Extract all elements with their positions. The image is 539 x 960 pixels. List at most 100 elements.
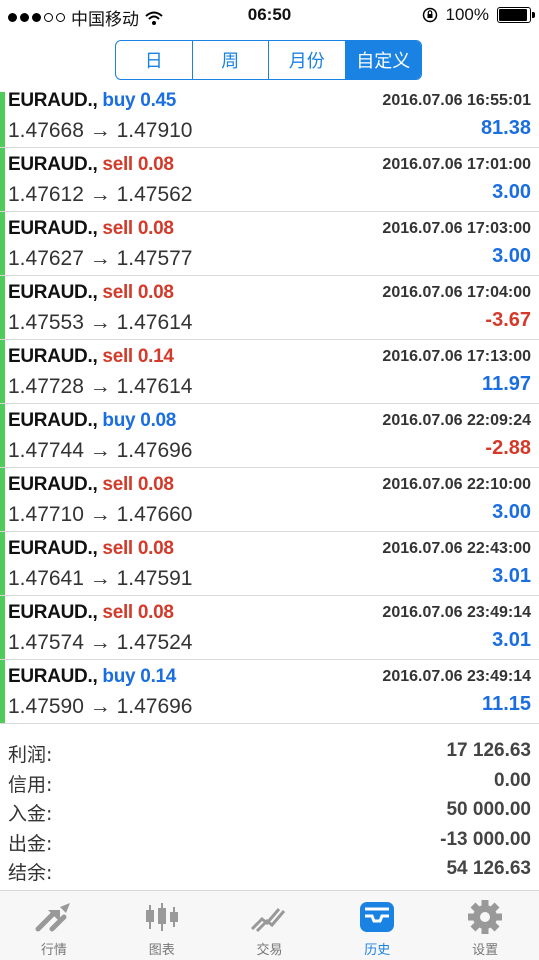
deal-prices: 1.47744 → 1.47696: [8, 439, 193, 462]
summary-row: 利润: 17 126.63: [0, 737, 539, 767]
tab-quotes-label: 行情: [40, 943, 67, 958]
deal-prices: 1.47612 → 1.47562: [8, 183, 193, 206]
tab-trade[interactable]: 交易: [216, 891, 324, 960]
deal-volume: 0.08: [137, 218, 174, 239]
deal-symbol: EURAUD.,: [8, 666, 98, 687]
summary-row: 结余: 54 126.63: [0, 855, 539, 885]
trade-chart-icon: [251, 908, 286, 933]
deal-symbol: EURAUD.,: [8, 538, 98, 559]
period-segmented-control: 日 周 月份 自定义: [115, 40, 422, 80]
summary-value: 54 126.63: [446, 858, 531, 879]
deal-profit: 3.01: [492, 565, 531, 587]
deal-side: sell: [102, 602, 133, 623]
deal-symbol: EURAUD.,: [8, 282, 98, 303]
deal-time: 2016.07.06 22:09:24: [382, 412, 531, 429]
deal-time: 2016.07.06 16:55:01: [382, 92, 531, 109]
deal-prices: 1.47668 → 1.47910: [8, 119, 193, 142]
deal-prices: 1.47728 → 1.47614: [8, 375, 193, 398]
deal-row[interactable]: EURAUD., sell 0.14 2016.07.06 17:13:00 1.4…: [0, 340, 539, 404]
deal-side: sell: [102, 282, 133, 303]
deal-profit: 3.00: [492, 181, 531, 203]
tab-charts[interactable]: 图表: [108, 891, 216, 960]
deal-profit: 81.38: [480, 117, 531, 139]
deal-profit: -2.88: [485, 437, 531, 459]
tab-month[interactable]: 月份: [269, 41, 346, 79]
deal-row[interactable]: EURAUD., sell 0.08 2016.07.06 23:49:14 1.4…: [0, 596, 539, 660]
deal-symbol-line: EURAUD., sell 0.08: [8, 538, 174, 560]
deal-side: buy: [102, 90, 136, 111]
summary-row: 出金: -13 000.00: [0, 826, 539, 856]
deal-symbol: EURAUD.,: [8, 218, 98, 239]
deal-time: 2016.07.06 23:49:14: [382, 604, 531, 621]
tab-charts-label: 图表: [148, 943, 175, 958]
deal-symbol-line: EURAUD., sell 0.14: [8, 346, 174, 368]
deal-volume: 0.14: [137, 346, 174, 367]
tab-week[interactable]: 周: [193, 41, 269, 79]
deal-symbol: EURAUD.,: [8, 602, 98, 623]
deal-symbol: EURAUD.,: [8, 154, 98, 175]
battery-icon: [497, 7, 535, 23]
summary-label: 出金:: [8, 832, 53, 855]
deal-row[interactable]: EURAUD., sell 0.08 2016.07.06 17:04:00 1.4…: [0, 276, 539, 340]
summary-label: 信用:: [8, 773, 53, 796]
deal-row[interactable]: EURAUD., buy 0.08 2016.07.06 22:09:24 1.47…: [0, 404, 539, 468]
deal-symbol-line: EURAUD., buy 0.45: [8, 90, 176, 112]
deal-profit: 3.00: [492, 501, 531, 523]
history-tray-icon: [360, 902, 395, 932]
deal-symbol-line: EURAUD., buy 0.14: [8, 666, 176, 688]
summary-value: 50 000.00: [446, 799, 531, 820]
deal-side: buy: [102, 666, 136, 687]
deal-side: sell: [102, 346, 133, 367]
deal-prices: 1.47627 → 1.47577: [8, 247, 193, 270]
tab-custom[interactable]: 自定义: [345, 41, 421, 79]
summary-label: 结余:: [8, 862, 53, 884]
tab-settings[interactable]: 设置: [431, 891, 539, 960]
deal-row[interactable]: EURAUD., sell 0.08 2016.07.06 17:01:00 1.4…: [0, 148, 539, 212]
period-selector-bar: 日 周 月份 自定义: [0, 30, 539, 92]
deal-profit: 11.97: [482, 373, 531, 395]
gear-icon: [468, 900, 503, 934]
deal-prices: 1.47574 → 1.47524: [8, 631, 193, 654]
deal-prices: 1.47590 → 1.47696: [8, 695, 193, 718]
deal-profit: -3.67: [485, 309, 531, 331]
deal-row[interactable]: EURAUD., sell 0.08 2016.07.06 22:10:00 1.4…: [0, 468, 539, 532]
deal-time: 2016.07.06 22:10:00: [382, 476, 531, 493]
tab-history[interactable]: 历史: [323, 891, 431, 960]
tab-day[interactable]: 日: [116, 41, 193, 79]
account-summary: 利润: 17 126.63 信用: 0.00 入金: 50 000.00 出金: -13 00…: [0, 737, 539, 885]
summary-row: 入金: 50 000.00: [0, 796, 539, 826]
deal-profit: 3.00: [492, 245, 531, 267]
deal-symbol: EURAUD.,: [8, 474, 98, 495]
deal-row[interactable]: EURAUD., sell 0.08 2016.07.06 17:03:00 1.4…: [0, 212, 539, 276]
summary-row: 信用: 0.00: [0, 767, 539, 797]
deal-time: 2016.07.06 23:49:14: [382, 668, 531, 685]
deal-side: sell: [102, 154, 133, 175]
deal-prices: 1.47710 → 1.47660: [8, 503, 193, 526]
summary-label: 利润:: [8, 744, 53, 766]
deal-row[interactable]: EURAUD., sell 0.08 2016.07.06 22:43:00 1.4…: [0, 532, 539, 596]
deal-side: sell: [102, 474, 133, 495]
summary-value: -13 000.00: [440, 828, 531, 850]
battery-percent: 100%: [445, 5, 489, 24]
deal-history-list: EURAUD., buy 0.45 2016.07.06 16:55:01 1.47…: [0, 90, 539, 724]
summary-value: 17 126.63: [446, 740, 531, 761]
deal-row[interactable]: EURAUD., buy 0.14 2016.07.06 23:49:14 1.47…: [0, 660, 539, 724]
deal-prices: 1.47641 → 1.47591: [8, 567, 193, 590]
candlestick-chart-icon: [145, 903, 178, 931]
deal-side: sell: [102, 538, 133, 559]
tab-settings-label: 设置: [472, 943, 499, 958]
deal-volume: 0.08: [137, 602, 174, 623]
deal-symbol-line: EURAUD., sell 0.08: [8, 154, 174, 176]
tab-quotes[interactable]: 行情: [0, 891, 108, 960]
deal-time: 2016.07.06 17:13:00: [382, 348, 531, 365]
deal-time: 2016.07.06 17:01:00: [382, 156, 531, 173]
deal-symbol: EURAUD.,: [8, 90, 98, 111]
rotation-lock-icon: [422, 7, 437, 23]
deal-symbol-line: EURAUD., sell 0.08: [8, 218, 174, 240]
deal-row[interactable]: EURAUD., buy 0.45 2016.07.06 16:55:01 1.47…: [0, 90, 539, 148]
summary-value: 0.00: [494, 769, 531, 791]
deal-volume: 0.08: [137, 282, 174, 303]
deal-symbol-line: EURAUD., sell 0.08: [8, 602, 174, 624]
status-bar: 中国移动 06:50 100%: [0, 0, 539, 30]
deal-volume: 0.08: [140, 410, 177, 431]
